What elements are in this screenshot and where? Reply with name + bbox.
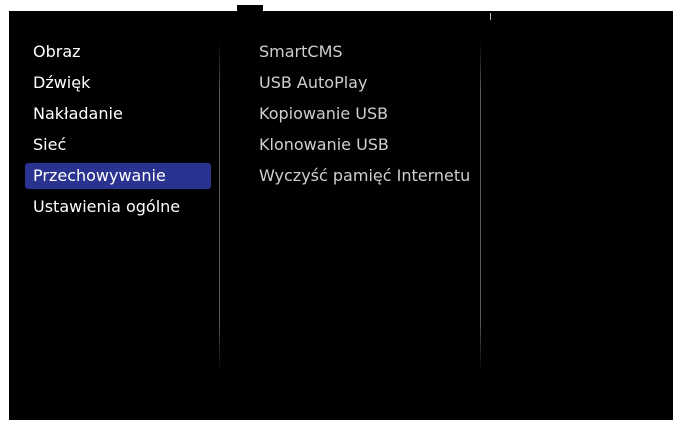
submenu-item-klonowanie-usb[interactable]: Klonowanie USB	[253, 132, 483, 158]
menu-divider	[219, 41, 220, 371]
submenu-item-kopiowanie-usb[interactable]: Kopiowanie USB	[253, 101, 483, 127]
submenu-item-smartcms[interactable]: SmartCMS	[253, 39, 483, 65]
submenu-item-usb-autoplay[interactable]: USB AutoPlay	[253, 70, 483, 96]
main-menu: Obraz Dźwięk Nakładanie Sieć Przechowywa…	[25, 39, 211, 225]
cropped-title-fragment	[237, 5, 263, 17]
submenu: SmartCMS USB AutoPlay Kopiowanie USB Klo…	[253, 39, 483, 194]
menu-item-ustawienia-ogolne[interactable]: Ustawienia ogólne	[25, 194, 211, 220]
submenu-divider	[480, 41, 481, 371]
menu-item-obraz[interactable]: Obraz	[25, 39, 211, 65]
menu-item-nakladanie[interactable]: Nakładanie	[25, 101, 211, 127]
cropped-edge-mark	[490, 13, 491, 20]
osd-menu-screen: Obraz Dźwięk Nakładanie Sieć Przechowywa…	[9, 5, 673, 420]
submenu-item-wyczysc-pamiec[interactable]: Wyczyść pamięć Internetu	[253, 163, 483, 189]
menu-item-siec[interactable]: Sieć	[25, 132, 211, 158]
menu-item-dzwiek[interactable]: Dźwięk	[25, 70, 211, 96]
menu-item-przechowywanie[interactable]: Przechowywanie	[25, 163, 211, 189]
